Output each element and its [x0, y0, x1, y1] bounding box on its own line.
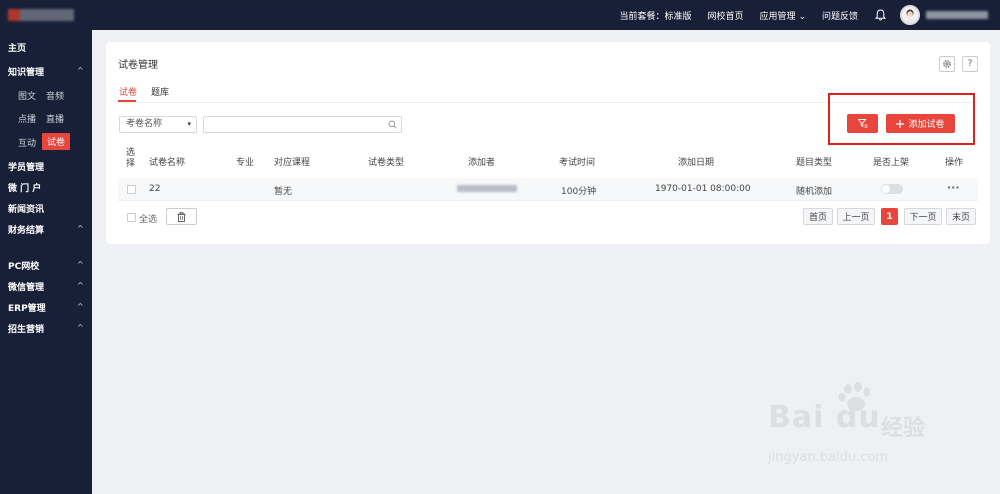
filter-button[interactable] — [847, 114, 878, 133]
select-all-label[interactable]: 全选 — [139, 212, 157, 225]
cell-exam-time: 100分钟 — [561, 187, 597, 197]
sidebar-item-portal[interactable]: 微 门 户 — [8, 181, 41, 194]
sidebar-sub-live[interactable]: 直播 — [46, 112, 64, 125]
watermark-brand: Bai du — [768, 400, 881, 435]
column-header-on-shelf: 是否上架 — [873, 158, 910, 168]
bell-icon[interactable] — [874, 9, 886, 21]
row-divider — [118, 200, 978, 201]
school-home-link[interactable]: 网校首页 — [708, 9, 744, 22]
username[interactable] — [926, 11, 988, 19]
page-title: 试卷管理 — [118, 60, 158, 71]
trash-icon — [177, 211, 186, 222]
settings-button[interactable] — [939, 56, 955, 72]
chevron-up-icon: ^ — [77, 323, 84, 332]
top-bar-right: 当前套餐：标准版 网校首页 应用管理 ⌄ 问题反馈 — [620, 0, 1000, 30]
sidebar-item-students[interactable]: 学员管理 — [8, 160, 44, 173]
add-exam-button[interactable]: 添加试卷 — [886, 114, 955, 133]
app-manage-menu[interactable]: 应用管理 ⌄ — [760, 9, 806, 22]
sidebar-item-home[interactable]: 主页 — [8, 41, 26, 54]
sidebar-item-knowledge[interactable]: 知识管理 — [8, 65, 44, 78]
add-exam-label: 添加试卷 — [908, 120, 945, 130]
top-bar: 当前套餐：标准版 网校首页 应用管理 ⌄ 问题反馈 — [0, 0, 1000, 30]
plus-icon — [896, 119, 905, 128]
sidebar-item-finance[interactable]: 财务结算 — [8, 223, 44, 236]
cell-question-type: 随机添加 — [796, 187, 833, 197]
column-header-name: 试卷名称 — [149, 158, 186, 168]
cell-adder — [457, 185, 517, 192]
avatar[interactable] — [900, 5, 920, 25]
filter-select[interactable]: 考卷名称 ▾ — [119, 116, 197, 133]
column-header-type: 试卷类型 — [368, 158, 405, 168]
search-icon[interactable] — [388, 120, 397, 132]
column-header-adder: 添加者 — [468, 158, 496, 168]
pager-last-button[interactable]: 末页 — [946, 208, 976, 225]
logo[interactable] — [8, 9, 74, 21]
search-box[interactable] — [203, 116, 402, 133]
sidebar-sub-graphic[interactable]: 图文 — [18, 89, 36, 102]
column-header-select: 选择 — [126, 148, 136, 169]
column-header-date: 添加日期 — [678, 158, 715, 168]
select-all-checkbox[interactable] — [127, 213, 136, 222]
pager-next-button[interactable]: 下一页 — [904, 208, 942, 225]
tab-question-bank[interactable]: 题库 — [151, 85, 169, 98]
column-header-exam-time: 考试时间 — [559, 158, 596, 168]
feedback-link[interactable]: 问题反馈 — [822, 9, 858, 22]
table-row — [118, 178, 978, 200]
gear-icon — [943, 60, 951, 68]
cell-date: 1970-01-01 08:00:00 — [655, 184, 751, 194]
sidebar-sub-exam[interactable]: 试卷 — [42, 133, 70, 150]
delete-button[interactable] — [166, 208, 197, 225]
chevron-up-icon: ^ — [77, 260, 84, 269]
column-header-course: 对应课程 — [274, 158, 311, 168]
chevron-up-icon: ^ — [77, 302, 84, 311]
more-actions-button[interactable]: ··· — [947, 181, 960, 194]
search-input[interactable] — [204, 117, 384, 132]
pager-prev-button[interactable]: 上一页 — [837, 208, 875, 225]
watermark-cn: 经验 — [881, 416, 926, 441]
exam-management-card: 试卷管理 ? 试卷 题库 考卷名称 ▾ 添加试卷 选择 试卷名称 专业 对应课程… — [106, 42, 990, 244]
on-shelf-toggle[interactable] — [881, 184, 903, 194]
column-header-question-type: 题目类型 — [796, 158, 833, 168]
cell-course: 暂无 — [274, 187, 293, 197]
pager-current-page[interactable]: 1 — [881, 208, 898, 225]
caret-down-icon: ▾ — [187, 120, 191, 128]
sidebar-item-pc-school[interactable]: PC网校 — [8, 259, 39, 272]
watermark-url: jingyan.baidu.com — [768, 450, 888, 465]
toggle-knob — [882, 185, 890, 193]
sidebar-sub-vod[interactable]: 点播 — [18, 112, 36, 125]
chevron-up-icon: ^ — [77, 281, 84, 290]
row-checkbox[interactable] — [127, 185, 136, 194]
sidebar-sub-interact[interactable]: 互动 — [18, 136, 36, 149]
column-header-actions: 操作 — [945, 158, 964, 168]
sidebar-item-news[interactable]: 新闻资讯 — [8, 202, 44, 215]
filter-select-value: 考卷名称 — [126, 119, 163, 129]
plan-label: 当前套餐：标准版 — [619, 11, 692, 22]
cell-name: 22 — [149, 184, 161, 194]
tab-active-indicator — [118, 100, 136, 102]
filter-icon — [857, 119, 867, 128]
chevron-up-icon: ^ — [77, 66, 84, 75]
sidebar-item-erp[interactable]: ERP管理 — [8, 301, 46, 314]
tab-exam[interactable]: 试卷 — [119, 85, 137, 98]
pager-first-button[interactable]: 首页 — [803, 208, 833, 225]
column-header-major: 专业 — [236, 158, 255, 168]
sidebar: 主页 知识管理 ^ 图文 音频 点播 直播 互动 试卷 学员管理 微 门 户 新… — [0, 30, 92, 494]
chevron-up-icon: ^ — [77, 224, 84, 233]
baidu-watermark: Bai du 经验 jingyan.baidu.com — [768, 382, 948, 472]
sidebar-sub-audio[interactable]: 音频 — [46, 89, 64, 102]
sidebar-item-marketing[interactable]: 招生营销 — [8, 322, 44, 335]
help-button[interactable]: ? — [962, 56, 978, 72]
app-manage-label: 应用管理 — [759, 11, 796, 22]
sidebar-item-wechat[interactable]: 微信管理 — [8, 280, 44, 293]
chevron-down-icon: ⌄ — [798, 11, 806, 22]
